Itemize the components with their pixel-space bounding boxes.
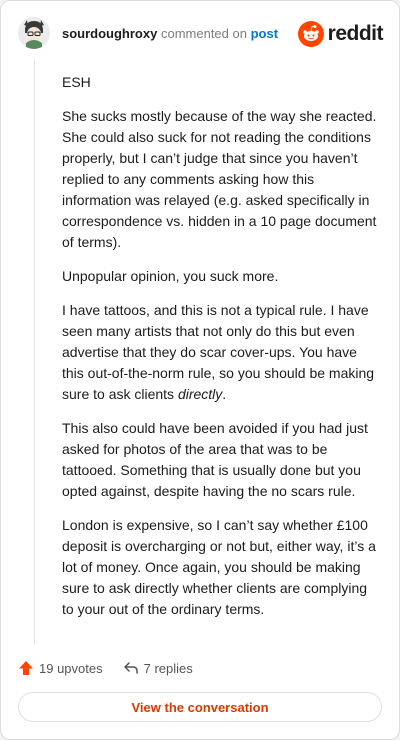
replies-button[interactable]: 7 replies: [123, 660, 193, 676]
action-text: commented on: [160, 26, 247, 41]
post-link[interactable]: post: [251, 26, 278, 41]
comment-emphasis: directly: [177, 386, 223, 402]
comment-paragraph: She sucks mostly because of the way she …: [62, 108, 377, 250]
view-conversation-button[interactable]: View the conversation: [18, 692, 382, 722]
upvote-button[interactable]: 19 upvotes: [18, 660, 103, 676]
avatar[interactable]: [18, 17, 50, 49]
header-text: sourdoughroxy commented on post: [62, 26, 278, 41]
reddit-logo[interactable]: reddit: [297, 20, 384, 48]
reply-count: 7 replies: [143, 660, 193, 676]
comment-paragraph: Unpopular opinion, you suck more.: [62, 268, 279, 284]
comment-card: sourdoughroxy commented on post reddit E…: [0, 0, 400, 740]
comment-paragraph: London is expensive, so I can’t say whet…: [62, 517, 376, 617]
reddit-logo-icon: [297, 21, 324, 47]
comment-footer: 19 upvotes 7 replies: [18, 656, 383, 680]
comment-text: .: [222, 386, 227, 402]
username[interactable]: sourdoughroxy: [62, 26, 157, 41]
comment-body: ESH She sucks mostly because of the way …: [62, 72, 378, 633]
reddit-logo-text: reddit: [327, 22, 384, 45]
upvote-count: 19 upvotes: [39, 660, 103, 676]
comment-paragraph: ESH: [62, 74, 91, 90]
comment-paragraph: I have tattoos, and this is not a typica…: [62, 300, 378, 405]
reply-arrow-icon: [123, 662, 138, 674]
comment-paragraph: This also could have been avoided if you…: [62, 420, 368, 499]
comment-header: sourdoughroxy commented on post reddit: [18, 17, 384, 51]
upvote-arrow-icon: [19, 661, 33, 675]
thread-line: [34, 59, 35, 644]
